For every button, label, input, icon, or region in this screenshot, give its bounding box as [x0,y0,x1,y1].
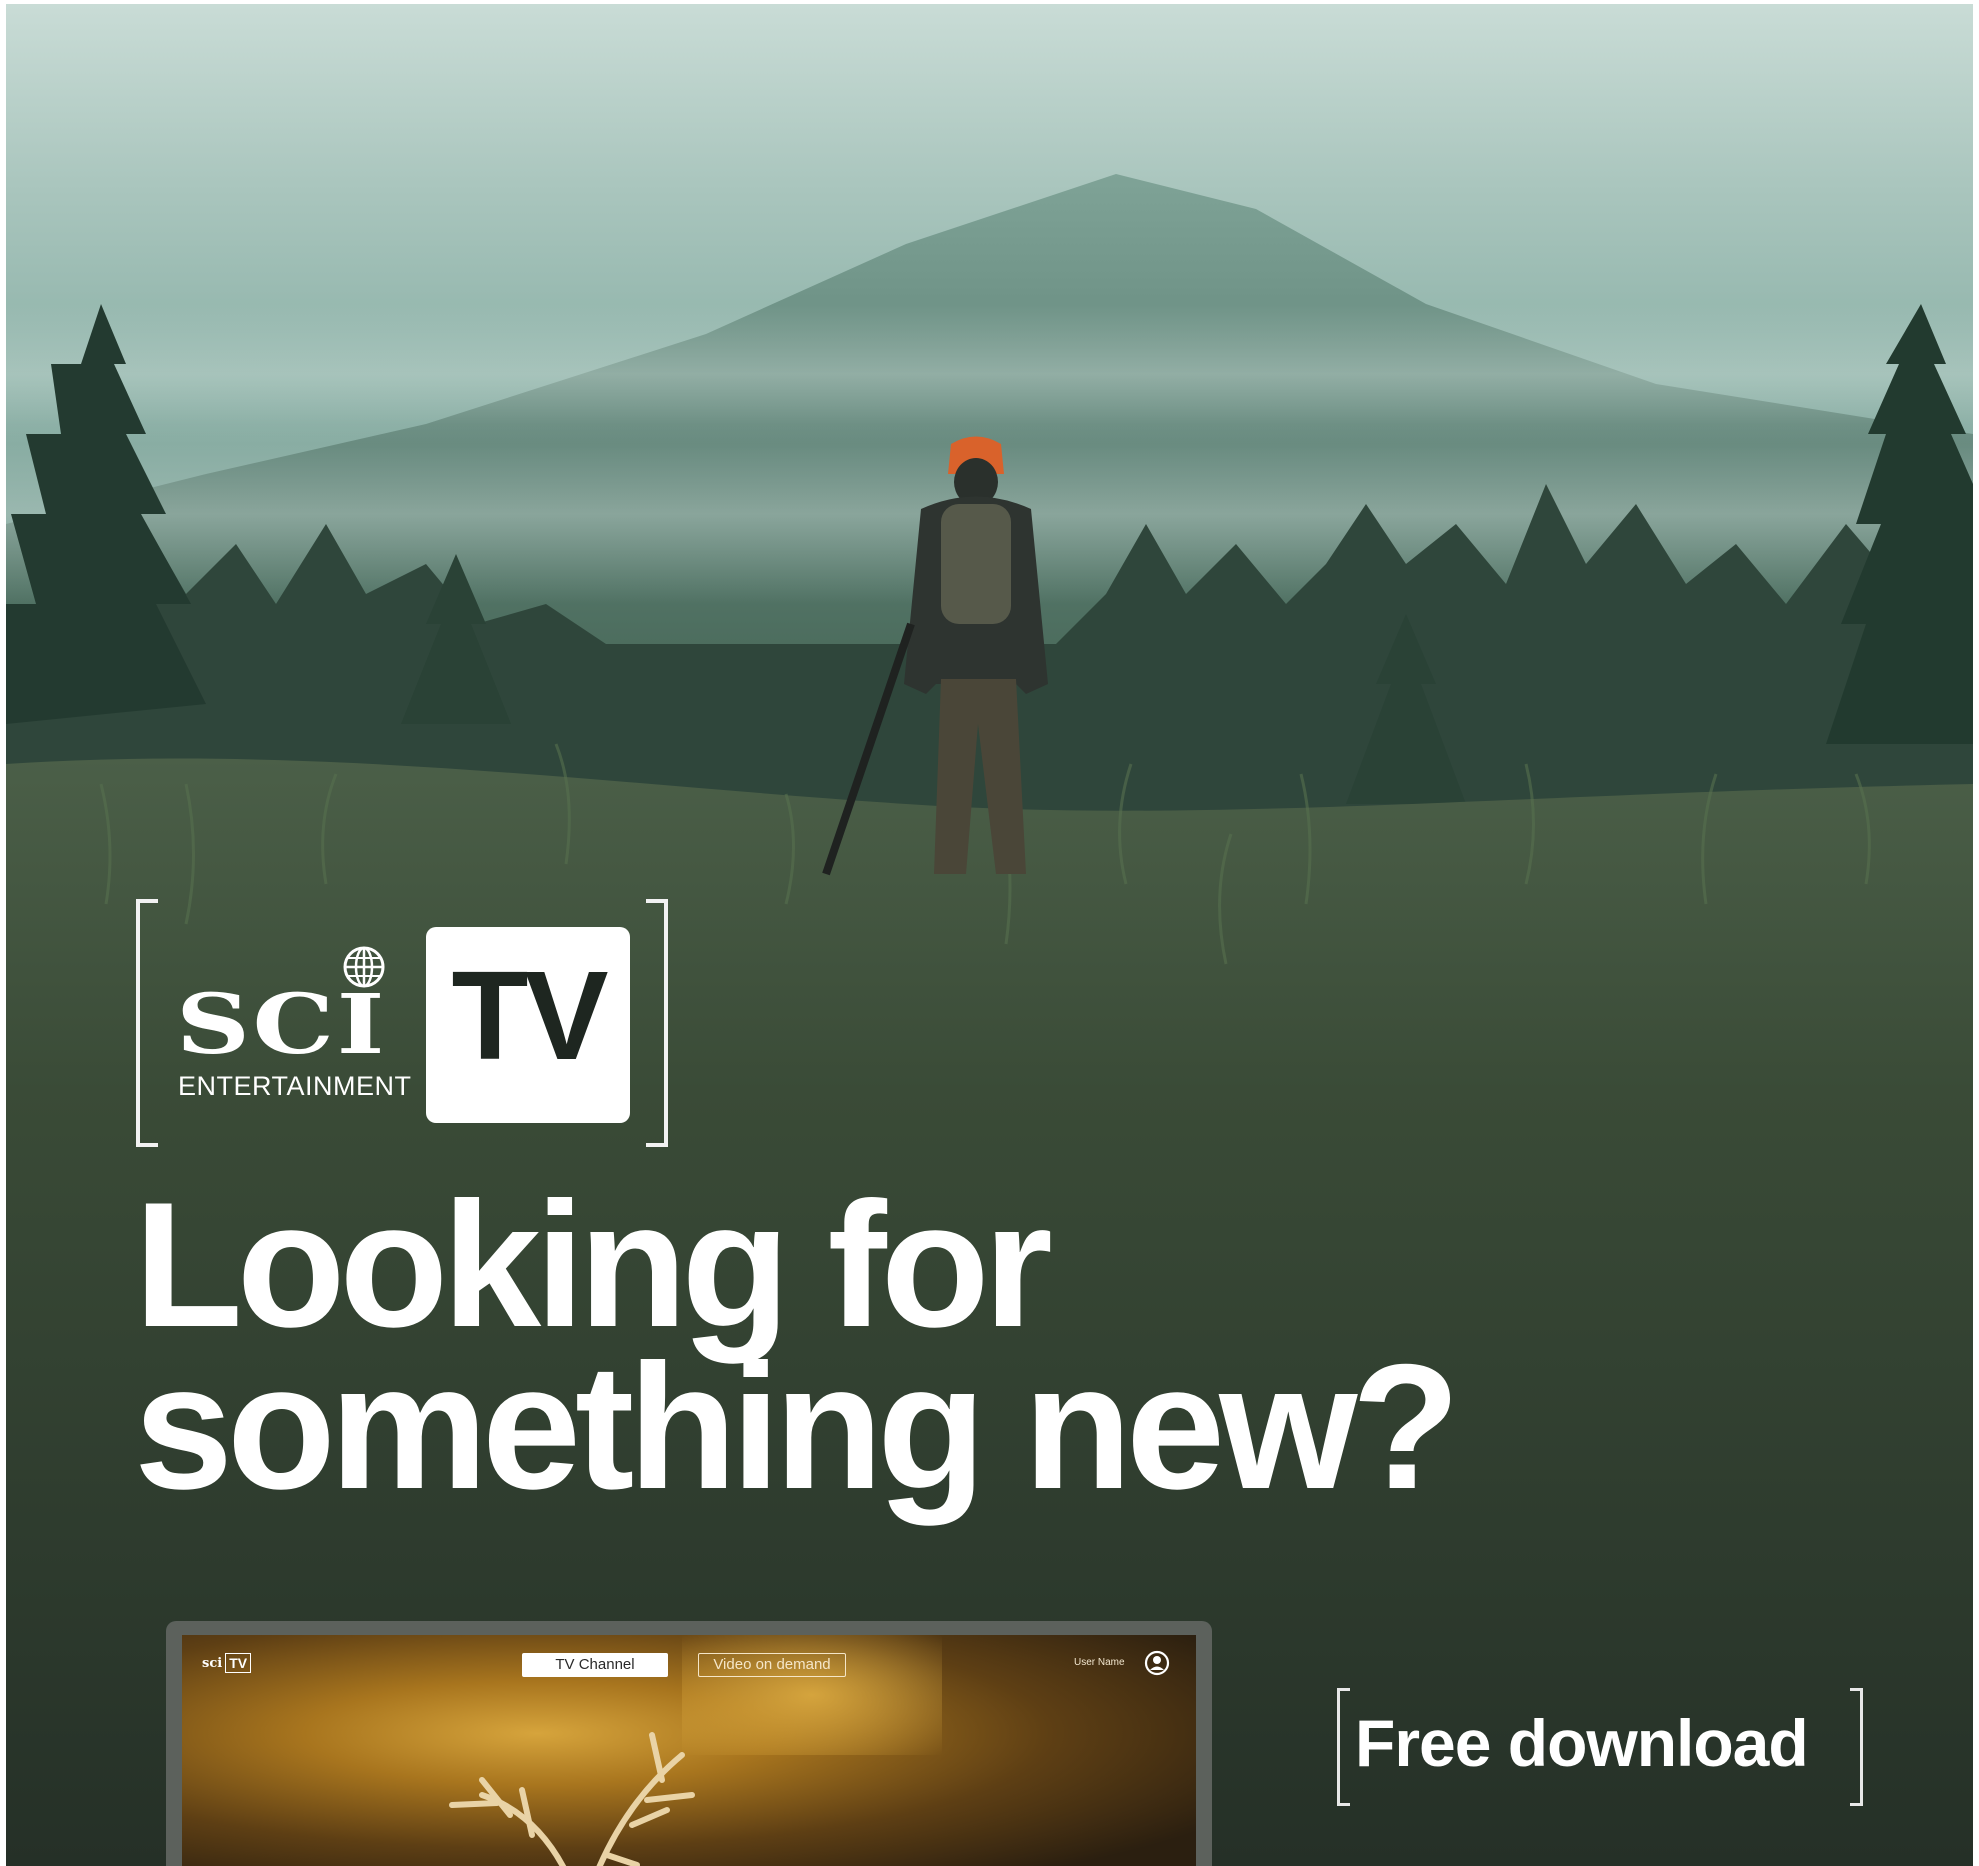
logo-right-bracket [646,899,668,1147]
user-avatar-icon[interactable] [1144,1650,1170,1676]
logo-left-bracket [136,899,158,1147]
tab-tv-channel[interactable]: TV Channel [522,1653,668,1677]
logo-tv-text: TV [451,945,608,1086]
sci-tv-logo: SCI ENTERTAINMENT TV [136,899,668,1147]
tab-video-on-demand[interactable]: Video on demand [698,1653,846,1677]
free-download-button[interactable]: Free download [1337,1688,1863,1806]
headline-line-2: something new? [134,1327,1460,1526]
logo-brand-text: SCI [176,977,388,1073]
device-logo-brand: sci [202,1655,223,1671]
logo-tv-badge: TV [426,927,630,1123]
device-mockup: sci TV TV Channel Video on demand User N… [166,1621,1212,1866]
poster: SCI ENTERTAINMENT TV Looking for somethi… [6,4,1973,1866]
download-right-bracket [1850,1688,1863,1806]
free-download-label: Free download [1355,1706,1809,1780]
device-screen: sci TV TV Channel Video on demand User N… [182,1635,1196,1866]
logo-subtitle: ENTERTAINMENT [178,1071,412,1101]
headline-line-1: Looking for [134,1165,1053,1364]
user-name-label[interactable]: User Name [1074,1657,1125,1668]
download-left-bracket [1337,1688,1350,1806]
elk-image [449,1732,695,1866]
device-logo-badge: TV [225,1653,252,1673]
headline: Looking for something new? [134,1165,1460,1526]
device-logo[interactable]: sci TV [202,1653,252,1673]
